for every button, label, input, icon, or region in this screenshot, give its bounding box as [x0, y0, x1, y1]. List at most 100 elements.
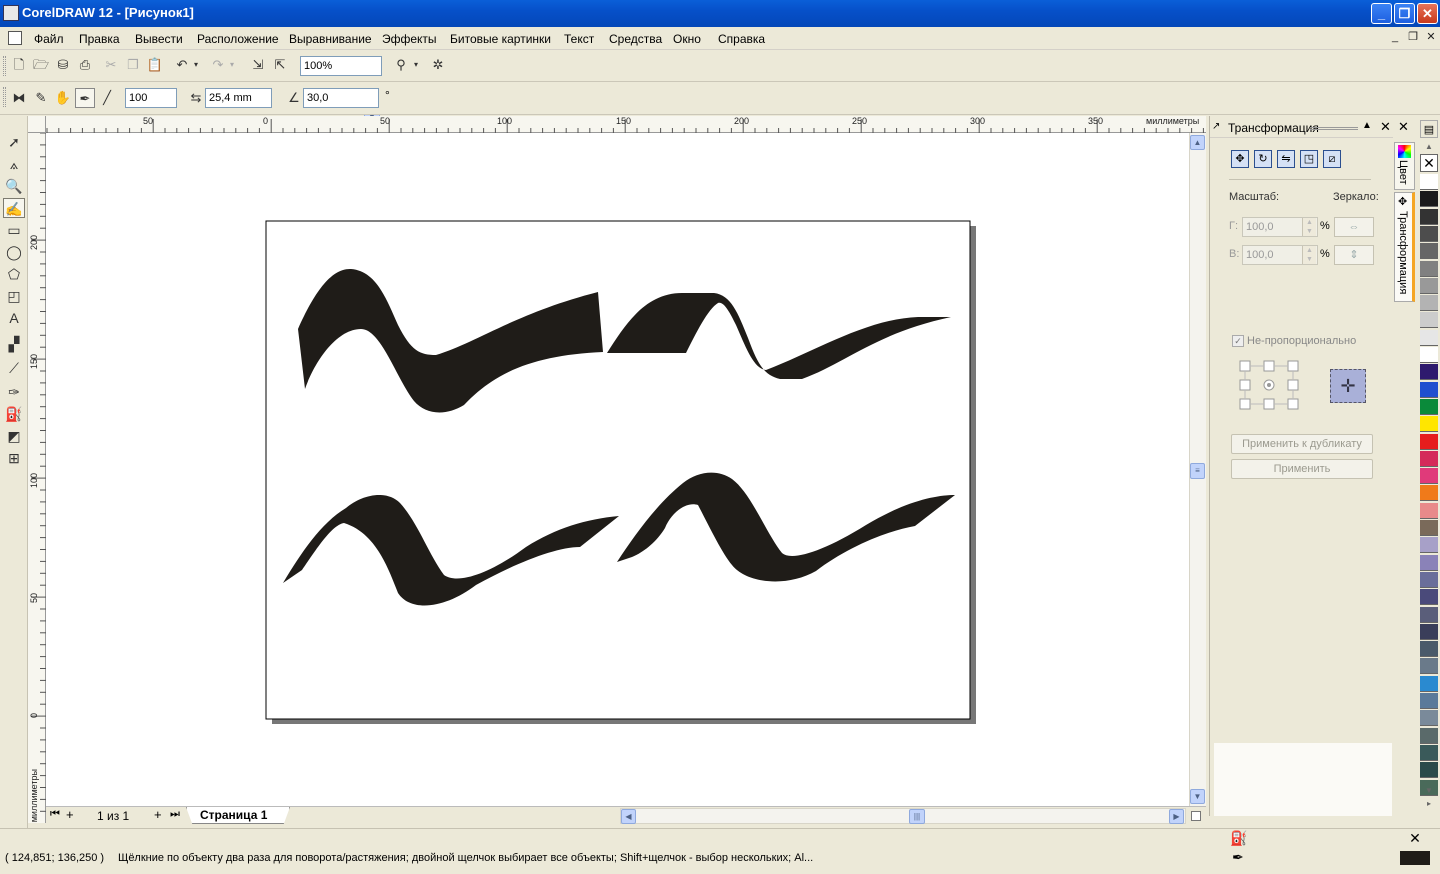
scale-mirror-icon[interactable]: ⇋ — [1277, 150, 1295, 168]
copy-icon[interactable]: ❐ — [123, 55, 143, 75]
page-tab-label[interactable]: Страница 1 — [200, 808, 267, 822]
ellipse-tool-icon[interactable]: ◯ — [3, 242, 25, 262]
color-swatch[interactable] — [1420, 762, 1438, 779]
color-swatch[interactable] — [1420, 641, 1438, 658]
color-swatch[interactable] — [1420, 433, 1438, 450]
color-swatch[interactable] — [1420, 260, 1438, 277]
new-icon[interactable]: 🗋 — [9, 55, 29, 75]
fill-indicator-icon[interactable]: ⛽ — [1230, 830, 1247, 847]
color-swatch[interactable] — [1420, 398, 1438, 415]
last-page-icon[interactable]: ⏭ — [170, 808, 180, 821]
menu-window[interactable]: Окно — [673, 32, 701, 46]
outline-tool-icon[interactable]: ✑ — [3, 382, 25, 402]
color-swatch[interactable] — [1420, 744, 1438, 761]
scroll-left-icon[interactable]: ◀ — [621, 809, 636, 824]
zoom-tool-icon[interactable]: 🔍 — [3, 176, 25, 196]
calligraphic-icon[interactable]: ✒ — [75, 88, 95, 108]
basic-shapes-tool-icon[interactable]: ◰ — [3, 286, 25, 306]
pick-tool-icon[interactable]: ➚ — [3, 132, 25, 152]
color-swatch[interactable] — [1420, 329, 1438, 346]
horizontal-scroll-thumb[interactable]: ||| — [909, 809, 925, 824]
close-button[interactable]: ✕ — [1417, 3, 1438, 24]
width-field[interactable]: 25,4 mm — [205, 88, 272, 108]
color-swatch[interactable] — [1420, 208, 1438, 225]
anchor-point-grid[interactable] — [1238, 359, 1302, 415]
color-swatch[interactable] — [1420, 295, 1438, 312]
color-swatch[interactable] — [1420, 537, 1438, 554]
text-tool-icon[interactable]: A — [3, 308, 25, 328]
color-swatch[interactable] — [1420, 174, 1438, 190]
color-swatch[interactable] — [1420, 658, 1438, 675]
angle-field[interactable]: 30,0 — [303, 88, 379, 108]
scroll-corner-icon[interactable] — [1191, 811, 1201, 821]
redo-dropdown-icon[interactable]: ▾ — [226, 55, 238, 75]
pressure-icon[interactable]: ╱ — [97, 88, 117, 108]
menu-view[interactable]: Вывести — [135, 32, 183, 46]
outline-color-swatch[interactable] — [1400, 851, 1430, 865]
save-icon[interactable]: ⛁ — [53, 55, 73, 75]
docker-roll-up-icon[interactable]: ▲ — [1362, 120, 1372, 131]
corel-online-icon[interactable]: ✲ — [428, 55, 448, 75]
color-swatch[interactable] — [1420, 416, 1438, 433]
artistic-media-tool-icon[interactable]: ✍ — [3, 198, 25, 218]
menu-file[interactable]: Файл — [34, 32, 64, 46]
color-swatch[interactable] — [1420, 554, 1438, 571]
rectangle-tool-icon[interactable]: ▭ — [3, 220, 25, 240]
maximize-button[interactable]: ❐ — [1394, 3, 1415, 24]
drawing-surface[interactable] — [46, 133, 1189, 806]
first-page-icon[interactable]: ⏮ — [50, 808, 60, 821]
app-launcher-icon[interactable]: ⚲ — [391, 55, 411, 75]
mirror-horizontal-icon[interactable]: ⇔ — [1334, 217, 1374, 237]
vertical-scroll-thumb[interactable]: ≡ — [1190, 463, 1205, 479]
color-swatch[interactable] — [1420, 606, 1438, 623]
color-swatch[interactable] — [1420, 468, 1438, 485]
color-swatch[interactable] — [1420, 589, 1438, 606]
palette-scroll-up-icon[interactable]: ▲ — [1420, 140, 1438, 154]
docker-tabs-close-icon[interactable]: ✕ — [1398, 119, 1409, 135]
mesh-fill-tool-icon[interactable]: ⊞ — [3, 448, 25, 468]
color-swatch[interactable] — [1420, 450, 1438, 467]
undo-dropdown-icon[interactable]: ▾ — [190, 55, 202, 75]
polygon-tool-icon[interactable]: ⬠ — [3, 264, 25, 284]
export-icon[interactable]: ⇱ — [270, 55, 290, 75]
brush-icon[interactable]: ✎ — [31, 88, 51, 108]
no-fill-swatch[interactable]: ✕ — [1420, 154, 1438, 172]
doc-close-button[interactable]: ✕ — [1424, 31, 1438, 45]
menu-text[interactable]: Текст — [564, 32, 594, 46]
horizontal-scale-spinner[interactable]: ▲ ▼ — [1302, 218, 1316, 236]
apply-button[interactable]: Применить — [1231, 459, 1373, 479]
color-swatch[interactable] — [1420, 347, 1438, 363]
menu-help[interactable]: Справка — [718, 32, 765, 46]
tab-transform[interactable]: ✥ Трансформация — [1394, 192, 1415, 302]
toolbar-grip[interactable] — [3, 56, 6, 76]
palette-scroll-down-icon[interactable]: ▼ — [1420, 784, 1438, 798]
angle-icon[interactable]: ∠ — [284, 88, 304, 108]
docker-collapse-icon[interactable]: ↗ — [1212, 121, 1220, 132]
shape-tool-icon[interactable]: ⟑ — [3, 154, 25, 174]
palette-options-icon[interactable]: ▤ — [1420, 120, 1438, 138]
color-swatch[interactable] — [1420, 675, 1438, 692]
color-swatch[interactable] — [1420, 364, 1438, 381]
nonproportional-checkbox[interactable]: ✓ — [1232, 335, 1244, 347]
color-swatch[interactable] — [1420, 243, 1438, 260]
drawing-canvas[interactable] — [46, 133, 1189, 806]
launcher-dropdown-icon[interactable]: ▾ — [410, 55, 422, 75]
interactive-blend-tool-icon[interactable]: ▞ — [3, 334, 25, 354]
horizontal-scrollbar[interactable]: ◀ ||| ▶ — [620, 808, 1186, 824]
open-icon[interactable]: 🗁 — [31, 55, 51, 75]
sprayer-icon[interactable]: ✋ — [53, 88, 73, 108]
doc-minimize-button[interactable]: _ — [1388, 31, 1402, 45]
menu-align[interactable]: Выравнивание — [289, 32, 372, 46]
property-bar-grip[interactable] — [3, 87, 6, 107]
palette-expand-icon[interactable]: ▸ — [1420, 798, 1438, 810]
horizontal-ruler[interactable]: 50 0 50 100 150 200 250 300 350 миллимет… — [46, 116, 1206, 133]
menu-arrange[interactable]: Расположение — [197, 32, 279, 46]
scroll-down-icon[interactable]: ▼ — [1190, 789, 1205, 804]
doc-restore-button[interactable]: ❐ — [1406, 31, 1420, 45]
menu-tools[interactable]: Средства — [609, 32, 662, 46]
fill-none-swatch[interactable]: ✕ — [1400, 831, 1430, 845]
add-page-after-icon[interactable]: + — [154, 807, 162, 822]
smoothing-field[interactable]: 100 — [125, 88, 177, 108]
vertical-scrollbar[interactable]: ▲ ≡ ▼ — [1189, 133, 1206, 806]
docker-grip[interactable] — [1310, 127, 1358, 130]
